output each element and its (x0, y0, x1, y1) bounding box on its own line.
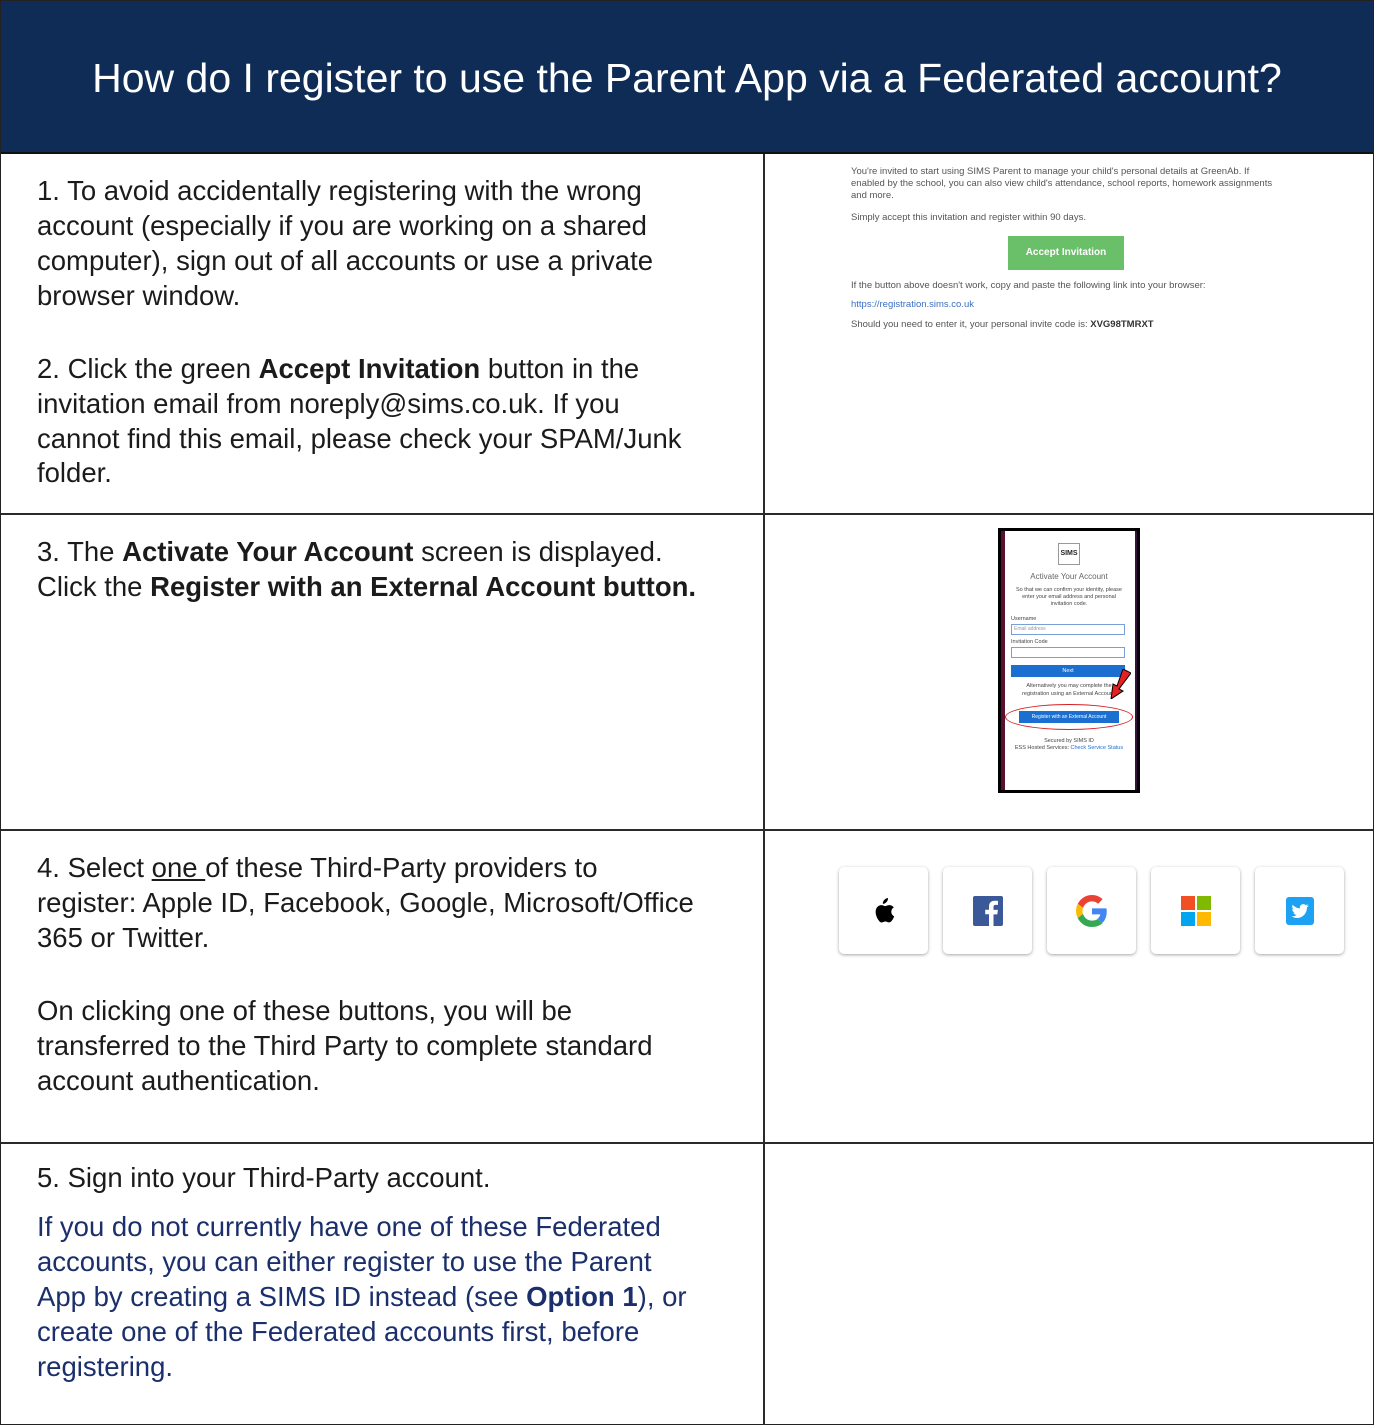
alternative-text: Alternatively you may complete the regis… (1022, 683, 1116, 697)
red-arrow-icon (1110, 669, 1131, 699)
invite-code-line: Should you need to enter it, your person… (851, 319, 1154, 331)
apple-id-button[interactable] (839, 867, 928, 954)
email-accept-note: Simply accept this invitation and regist… (851, 211, 1086, 223)
google-button[interactable] (1047, 867, 1136, 954)
step-4-note: On clicking one of these buttons, you wi… (37, 994, 653, 1096)
step-2-text: 2. Click the green Accept Invitation but… (37, 352, 682, 489)
username-input[interactable]: Email address (1011, 624, 1125, 636)
twitter-button[interactable] (1255, 867, 1344, 954)
apple-icon (875, 897, 894, 922)
hosted-services-text: ESS Hosted Services: (1014, 745, 1069, 752)
activate-account-preview: SIMS Activate Your Account So that we ca… (998, 528, 1140, 793)
register-external-account-button[interactable]: Register with an External Account (1019, 710, 1119, 723)
sims-logo: SIMS (1058, 543, 1080, 565)
email-intro: You're invited to start using SIMS Paren… (851, 166, 1273, 201)
empty-cell (764, 1143, 1373, 1425)
next-button[interactable]: Next (1011, 665, 1125, 678)
microsoft-icon (1180, 895, 1211, 926)
email-preview: You're invited to start using SIMS Paren… (851, 166, 1281, 331)
step-5-text: 5. Sign into your Third-Party account. (37, 1162, 491, 1193)
secured-by-text: Secured by SIMS ID (1044, 737, 1094, 744)
activate-description: So that we can confirm your identity, pl… (1016, 587, 1122, 608)
step-row-1: 1. To avoid accidentally registering wit… (1, 154, 1373, 515)
invitation-code-label: Invitation Code (1011, 639, 1048, 646)
invite-code: XVG98TMRXT (1090, 319, 1154, 331)
step-row-4: 4. Select one of these Third-Party provi… (1, 830, 1373, 1144)
step-5-note: If you do not currently have one of thes… (37, 1210, 687, 1382)
invitation-code-input[interactable] (1011, 647, 1125, 659)
twitter-icon (1285, 896, 1314, 925)
step-row-5: 5. Sign into your Third-Party account. I… (1, 1143, 1373, 1425)
steps-table: 1. To avoid accidentally registering wit… (1, 154, 1373, 1425)
step-1-text: 1. To avoid accidentally registering wit… (37, 175, 654, 311)
facebook-icon (972, 895, 1003, 926)
document-page: How do I register to use the Parent App … (0, 0, 1374, 1425)
step-row-3: 3. The Activate Your Account screen is d… (1, 514, 1373, 831)
username-label: Username (1011, 616, 1037, 623)
step-4-text: 4. Select one of these Third-Party provi… (37, 852, 694, 953)
check-service-status-link[interactable]: Check Service Status (1071, 745, 1124, 751)
step-3-text: 3. The Activate Your Account screen is d… (37, 536, 697, 602)
facebook-button[interactable] (943, 867, 1032, 954)
email-fallback: If the button above doesn't work, copy a… (851, 279, 1206, 291)
activate-title: Activate Your Account (1030, 572, 1108, 581)
registration-link[interactable]: https://registration.sims.co.uk (851, 299, 1281, 311)
microsoft-button[interactable] (1151, 867, 1240, 954)
google-icon (1075, 894, 1107, 927)
provider-buttons (765, 831, 1373, 954)
accept-invitation-button[interactable]: Accept Invitation (1008, 235, 1124, 270)
page-title: How do I register to use the Parent App … (1, 1, 1373, 154)
